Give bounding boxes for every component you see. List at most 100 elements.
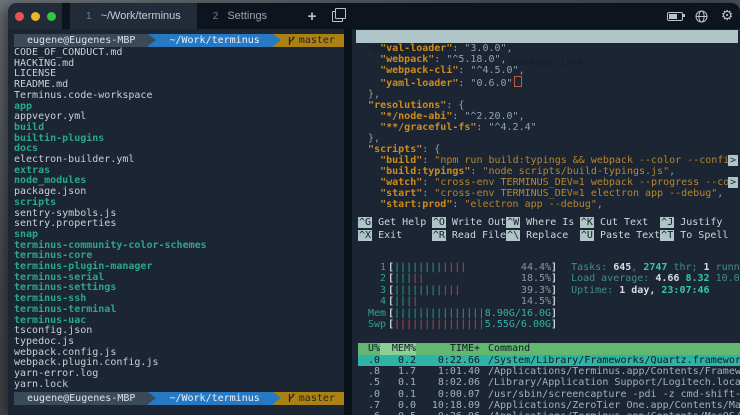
htop-summary: Tasks: 645, 2747 thr; 1 runningLoad aver…: [571, 262, 740, 330]
nano-line: "webpack-cli": "^4.5.0",: [356, 65, 738, 76]
nano-segment: ,: [717, 188, 723, 199]
htop-pane[interactable]: 1[||||||||||||44.4%]2[|||||18.5%]3[|||||…: [352, 249, 740, 415]
file-item: Terminus.code-workspace: [14, 91, 344, 102]
line-continuation-marker: >: [728, 155, 738, 166]
prompt-git-segment: master: [281, 392, 344, 405]
column-header-mem[interactable]: MEM%: [380, 343, 416, 354]
nano-segment: "^4.5.0": [470, 65, 518, 76]
nano-line: "watch": "cross-env TERMINUS_DEV=1 webpa…: [356, 177, 738, 188]
meter-pipes: |||||||||||: [394, 285, 460, 296]
meter-pipes: |||||: [394, 273, 424, 284]
nano-pane[interactable]: GNU nano 4.5 package.json "val-loader": …: [352, 29, 740, 249]
tabbar-spacer: [357, 3, 662, 29]
meter-label: 4: [358, 296, 388, 307]
split-pane-button[interactable]: [327, 3, 357, 29]
process-time: 0:00.07: [416, 389, 480, 400]
nano-segment: "*/node-abi": [380, 111, 452, 122]
summary-segment: thr;: [667, 262, 703, 273]
nano-shortcut: ^\ Replace: [506, 230, 580, 242]
shortcut-label: Where Is: [520, 217, 574, 228]
traffic-lights: [8, 3, 62, 29]
summary-segment: Uptime:: [571, 285, 619, 296]
nano-segment: "^5.18.0": [446, 54, 500, 65]
process-cpu: .7: [358, 400, 380, 411]
process-row[interactable]: .60.50:26.06/Applications/Terminus.app/C…: [358, 411, 740, 415]
nano-segment: [356, 166, 380, 177]
nano-segment: : {: [422, 144, 440, 155]
meter-row: 2[|||||18.5%]: [358, 273, 557, 284]
file-name: CODE_OF_CONDUCT.md: [14, 47, 122, 58]
nano-segment: [356, 122, 380, 133]
globe-button[interactable]: [688, 3, 714, 29]
nano-segment: "3.0.0": [464, 43, 506, 54]
process-row[interactable]: .50.18:02.06/Library/Application Support…: [358, 377, 740, 388]
shortcut-key: ^O: [432, 217, 446, 228]
summary-segment: Load average:: [571, 273, 655, 284]
nano-segment: "yaml-loader": [380, 78, 458, 89]
nano-segment: "start": [380, 188, 422, 199]
meter-fill-kernel: ||: [412, 273, 424, 284]
process-row[interactable]: .70.010:18.09/Applications/ZeroTier One.…: [358, 400, 740, 411]
shortcut-label: Write Out: [446, 217, 506, 228]
column-header-command[interactable]: Command: [480, 343, 740, 354]
summary-segment: 8.32: [685, 273, 715, 284]
file-name: builtin-plugins: [14, 133, 104, 144]
file-name: typedoc.js: [14, 336, 74, 347]
zoom-button[interactable]: [47, 12, 56, 21]
shortcut-label: Exit: [372, 230, 402, 241]
process-command: /Applications/Terminus.app/Contents/Fram…: [480, 366, 740, 377]
process-mem: 0.1: [380, 389, 416, 400]
nano-segment: "watch": [380, 177, 422, 188]
tab-title: Settings: [227, 10, 267, 22]
nano-segment: "^4.2.4": [488, 122, 536, 133]
process-row[interactable]: .81.71:01.40/Applications/Terminus.app/C…: [358, 366, 740, 377]
tab-work-terminus[interactable]: 1 ~/Work/terminus: [70, 3, 197, 29]
nano-cursor: [514, 76, 522, 87]
process-row[interactable]: .00.20:22.66/System/Library/Frameworks/Q…: [358, 355, 740, 366]
process-row[interactable]: .00.10:00.07/usr/sbin/screencapture -pdi…: [358, 389, 740, 400]
column-header-u[interactable]: U%: [358, 343, 380, 354]
file-name: package.json: [14, 186, 86, 197]
battery-button[interactable]: [662, 3, 688, 29]
meter-bar: |||||||||||39.3%: [394, 285, 551, 296]
tab-bar: 1 ~/Work/terminus 2 Settings + ⚙: [8, 3, 740, 29]
git-branch-label: master: [299, 393, 341, 404]
nano-shortcut: ^R Read File: [432, 230, 506, 242]
summary-segment: 645: [613, 262, 631, 273]
settings-button[interactable]: ⚙: [714, 3, 740, 29]
process-cpu: .0: [358, 355, 380, 366]
meter-row: 1[||||||||||||44.4%]: [358, 262, 557, 273]
git-branch-icon: [288, 393, 295, 403]
nano-segment: [356, 188, 380, 199]
shell-pane[interactable]: eugene@Eugenes-MBP ~/Work/terminus maste…: [8, 29, 344, 415]
prompt-git-segment: master: [281, 34, 344, 47]
process-command: /Applications/Terminus.app/Contents/MacO…: [480, 411, 740, 415]
column-header-time[interactable]: TIME+: [416, 343, 480, 354]
file-name: webpack.plugin.config.js: [14, 357, 159, 368]
new-tab-button[interactable]: +: [297, 3, 327, 29]
process-table-rows: .00.20:22.66/System/Library/Frameworks/Q…: [358, 355, 740, 415]
summary-segment: 2747: [643, 262, 667, 273]
pane-divider[interactable]: [344, 29, 352, 415]
file-name: yarn.lock: [14, 379, 68, 390]
nano-line: },: [356, 89, 738, 100]
tab-settings[interactable]: 2 Settings: [197, 3, 283, 29]
nano-segment: "webpack": [380, 54, 434, 65]
meter-pipes: |||||||||||||||: [394, 319, 484, 330]
summary-segment: 10.01: [716, 273, 740, 284]
file-name: terminus-ssh: [14, 293, 86, 304]
close-button[interactable]: [15, 12, 24, 21]
nano-segment: "scripts": [368, 144, 422, 155]
process-time: 0:26.06: [416, 411, 480, 415]
shortcut-key: ^G: [358, 217, 372, 228]
nano-segment: :: [452, 199, 464, 210]
nano-segment: "electron app --debug": [464, 199, 596, 210]
nano-segment: :: [470, 166, 482, 177]
shortcut-key: ^W: [506, 217, 520, 228]
minimize-button[interactable]: [31, 12, 40, 21]
nano-line: "start:prod": "electron app --debug",: [356, 199, 738, 210]
nano-segment: },: [356, 89, 380, 100]
nano-line: "yaml-loader": "0.6.0": [356, 76, 738, 89]
window-content: eugene@Eugenes-MBP ~/Work/terminus maste…: [8, 29, 740, 415]
process-table-header[interactable]: U%MEM%TIME+Command: [358, 343, 740, 354]
